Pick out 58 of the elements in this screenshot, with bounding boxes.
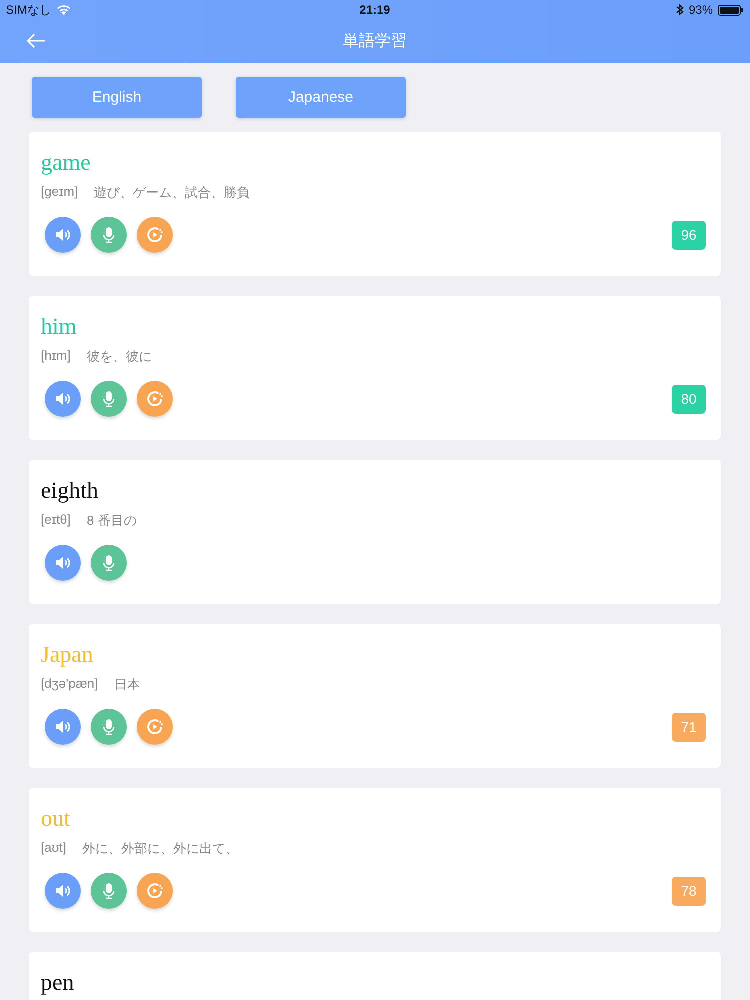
meaning-text: 遊び、ゲーム、試合、勝負 (94, 184, 250, 202)
word-text: him (41, 313, 77, 341)
speaker-button[interactable] (45, 709, 81, 745)
speaker-icon (55, 720, 71, 734)
battery-icon (718, 4, 744, 16)
word-text: pen (41, 969, 74, 997)
playback-button[interactable] (137, 217, 173, 253)
meaning-text: 彼を、彼に (86, 348, 152, 366)
battery-text: 93% (688, 3, 713, 17)
playback-button[interactable] (137, 709, 173, 745)
replay-icon (146, 882, 164, 900)
wifi-icon (56, 4, 72, 16)
microphone-button[interactable] (91, 381, 127, 417)
microphone-icon (103, 719, 115, 735)
meaning-text: 外に、外部に、外に出て、 (82, 840, 238, 858)
score-badge: 78 (672, 876, 706, 906)
phonetic-text: [hɪm] (41, 348, 71, 365)
language-tab[interactable]: English (32, 77, 202, 118)
microphone-button[interactable] (91, 873, 127, 909)
playback-button[interactable] (137, 873, 173, 909)
score-badge: 71 (672, 712, 706, 742)
back-arrow-icon[interactable] (26, 33, 46, 49)
speaker-icon (55, 884, 71, 898)
bluetooth-icon (676, 4, 684, 16)
microphone-button[interactable] (91, 217, 127, 253)
speaker-icon (55, 556, 71, 570)
speaker-button[interactable] (45, 545, 81, 581)
replay-icon (146, 226, 164, 244)
word-text: eighth (41, 477, 98, 505)
speaker-icon (55, 392, 71, 406)
meaning-text: 日本 (114, 676, 140, 694)
speaker-button[interactable] (45, 873, 81, 909)
replay-icon (146, 390, 164, 408)
phonetic-text: [dʒə'pæn] (41, 676, 98, 693)
score-badge: 80 (672, 384, 706, 414)
microphone-button[interactable] (91, 709, 127, 745)
clock-text: 21:19 (360, 3, 390, 17)
carrier-text: SIMなし (6, 2, 52, 18)
language-tab[interactable]: Japanese (236, 77, 406, 118)
replay-icon (146, 718, 164, 736)
meaning-text: 8 番目の (86, 512, 137, 530)
speaker-button[interactable] (45, 217, 81, 253)
phonetic-text: [geɪm] (41, 184, 78, 201)
playback-button[interactable] (137, 381, 173, 417)
word-text: Japan (41, 641, 94, 669)
page-title: 単語学習 (343, 32, 407, 52)
speaker-button[interactable] (45, 381, 81, 417)
microphone-button[interactable] (91, 545, 127, 581)
word-text: out (41, 805, 70, 833)
score-badge: 96 (672, 220, 706, 250)
phonetic-text: [aʊt] (41, 840, 66, 857)
word-text: game (41, 149, 91, 177)
microphone-icon (103, 227, 115, 243)
microphone-icon (103, 555, 115, 571)
phonetic-text: [eɪtθ] (41, 512, 71, 529)
speaker-icon (55, 228, 71, 242)
microphone-icon (103, 391, 115, 407)
microphone-icon (103, 883, 115, 899)
